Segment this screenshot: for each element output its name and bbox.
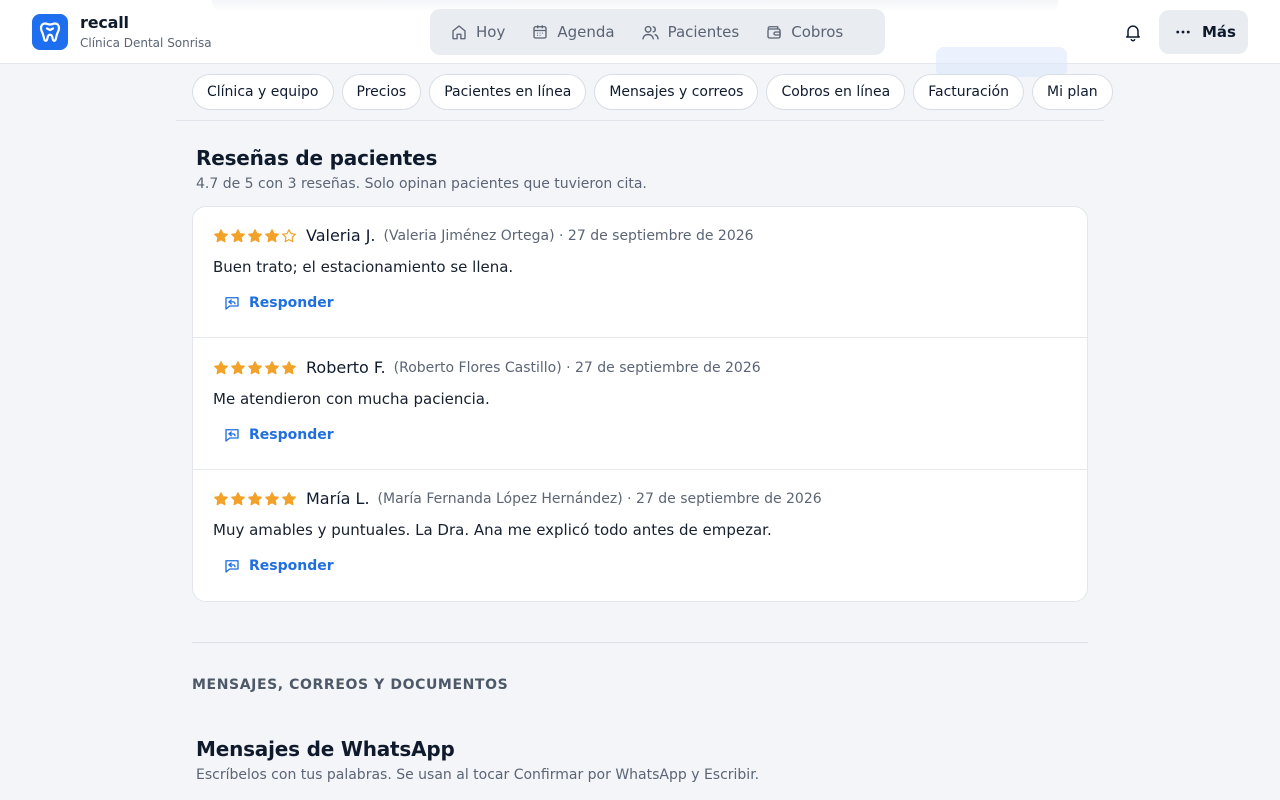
- star-filled-icon: [231, 491, 245, 505]
- reviews-title: Reseñas de pacientes: [196, 146, 438, 170]
- review-meta: (Roberto Flores Castillo) · 27 de septie…: [393, 359, 761, 376]
- wallet-icon: [767, 26, 781, 39]
- review-item: Valeria J. (Valeria Jiménez Ortega) · 27…: [193, 207, 1087, 338]
- more-dots-icon: [1176, 30, 1190, 34]
- reply-label: Responder: [249, 558, 334, 574]
- section-divider: [192, 642, 1088, 643]
- bell-icon: [1126, 25, 1140, 42]
- clinic-name: Clínica Dental Sonrisa: [80, 36, 212, 50]
- nav-item-cobros[interactable]: Cobros: [755, 15, 853, 49]
- more-menu-button[interactable]: Más: [1159, 10, 1248, 54]
- top-bar: recall Clínica Dental Sonrisa Hoy Agenda…: [0, 0, 1280, 64]
- reviewer-name: Roberto F.: [306, 358, 386, 377]
- tab-clinica-equipo[interactable]: Clínica y equipo: [192, 74, 334, 110]
- more-label: Más: [1202, 23, 1236, 41]
- nav-label: Pacientes: [667, 23, 740, 41]
- review-text: Me atendieron con mucha paciencia.: [213, 390, 490, 408]
- notifications-button[interactable]: [1121, 20, 1145, 44]
- reply-icon: [225, 297, 239, 310]
- tabs-divider: [176, 120, 1104, 121]
- section-heading: MENSAJES, CORREOS Y DOCUMENTOS: [192, 677, 509, 693]
- review-meta: (Valeria Jiménez Ortega) · 27 de septiem…: [383, 227, 754, 244]
- whatsapp-subtitle: Escríbelos con tus palabras. Se usan al …: [196, 767, 760, 783]
- star-empty-icon: [282, 228, 296, 242]
- home-icon: [452, 25, 466, 40]
- star-rating: [213, 228, 298, 244]
- star-rating: [213, 491, 298, 507]
- tab-cobros-en-linea[interactable]: Cobros en línea: [766, 74, 906, 110]
- reply-button[interactable]: Responder: [223, 557, 334, 575]
- reply-label: Responder: [249, 295, 334, 311]
- tab-precios[interactable]: Precios: [341, 74, 422, 110]
- review-meta: (María Fernanda López Hernández) · 27 de…: [377, 490, 822, 507]
- tab-pacientes-en-linea[interactable]: Pacientes en línea: [429, 74, 587, 110]
- star-filled-icon: [214, 360, 228, 374]
- star-filled-icon: [248, 228, 262, 242]
- review-text: Buen trato; el estacionamiento se llena.: [213, 258, 514, 276]
- star-filled-icon: [282, 360, 296, 374]
- reply-button[interactable]: Responder: [223, 294, 334, 312]
- settings-tabs: Clínica y equipo Precios Pacientes en lí…: [192, 74, 1121, 110]
- tab-facturacion[interactable]: Facturación: [913, 74, 1024, 110]
- reply-button[interactable]: Responder: [223, 426, 334, 444]
- whatsapp-title: Mensajes de WhatsApp: [196, 737, 455, 761]
- review-text: Muy amables y puntuales. La Dra. Ana me …: [213, 521, 772, 539]
- background-overlay: [936, 47, 1067, 77]
- reviews-card: Valeria J. (Valeria Jiménez Ortega) · 27…: [192, 206, 1088, 602]
- review-item: Roberto F. (Roberto Flores Castillo) · 2…: [193, 339, 1087, 470]
- star-filled-icon: [265, 360, 279, 374]
- star-filled-icon: [231, 228, 245, 242]
- reviewer-name: Valeria J.: [306, 226, 376, 245]
- nav-label: Agenda: [557, 23, 615, 41]
- calendar-icon: [533, 25, 548, 39]
- star-filled-icon: [231, 360, 245, 374]
- users-icon: [641, 25, 659, 40]
- reply-icon: [225, 560, 239, 573]
- tooth-icon: [39, 22, 61, 42]
- star-filled-icon: [214, 491, 228, 505]
- review-item: María L. (María Fernanda López Hernández…: [193, 470, 1087, 601]
- nav-item-hoy[interactable]: Hoy: [440, 15, 515, 49]
- nav-item-agenda[interactable]: Agenda: [521, 15, 624, 49]
- logo[interactable]: [32, 14, 68, 50]
- nav-item-pacientes[interactable]: Pacientes: [631, 15, 750, 49]
- reviews-summary: 4.7 de 5 con 3 reseñas. Solo opinan paci…: [196, 176, 647, 192]
- brand-name: recall: [80, 13, 129, 32]
- star-rating: [213, 360, 298, 376]
- reply-label: Responder: [249, 427, 334, 443]
- nav-label: Hoy: [476, 23, 506, 41]
- tab-mensajes-correos[interactable]: Mensajes y correos: [594, 74, 759, 110]
- main-nav: Hoy Agenda Pacientes Cobros: [430, 9, 885, 55]
- reply-icon: [225, 429, 239, 442]
- star-filled-icon: [248, 491, 262, 505]
- reviewer-name: María L.: [306, 489, 370, 508]
- star-filled-icon: [282, 491, 296, 505]
- tab-mi-plan[interactable]: Mi plan: [1032, 74, 1113, 110]
- star-filled-icon: [265, 491, 279, 505]
- star-filled-icon: [214, 228, 228, 242]
- star-filled-icon: [265, 228, 279, 242]
- star-filled-icon: [248, 360, 262, 374]
- nav-label: Cobros: [791, 23, 844, 41]
